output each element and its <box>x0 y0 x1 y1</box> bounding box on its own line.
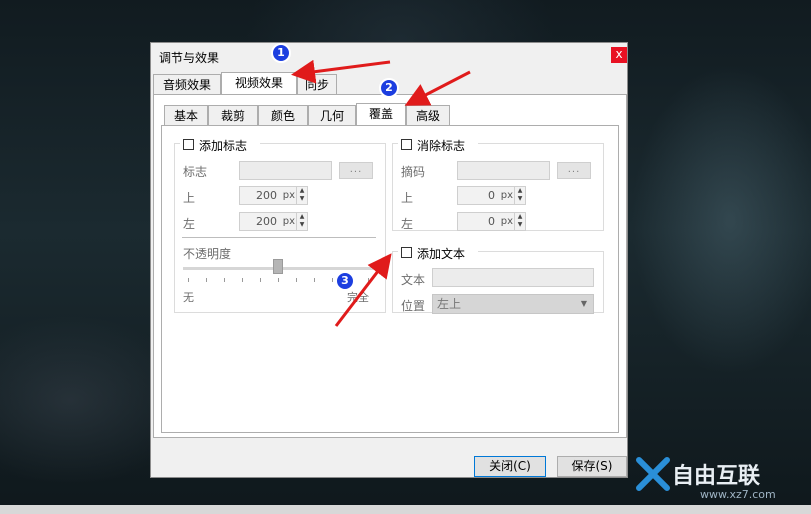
arrow-to-video-effects-tab <box>291 59 391 84</box>
watermark-brand: 自由互联 <box>672 464 761 489</box>
annotation-badge-2: 2 <box>379 78 399 98</box>
arrow-to-add-text-checkbox <box>334 253 392 327</box>
annotation-badge-3: 3 <box>335 271 355 291</box>
annotation-arrows <box>291 59 471 327</box>
arrow-to-overlay-tab <box>404 70 471 106</box>
watermark-url: www.xz7.com <box>700 488 776 501</box>
watermark-x-logo <box>635 456 671 492</box>
annotation-badge-1: 1 <box>271 43 291 63</box>
